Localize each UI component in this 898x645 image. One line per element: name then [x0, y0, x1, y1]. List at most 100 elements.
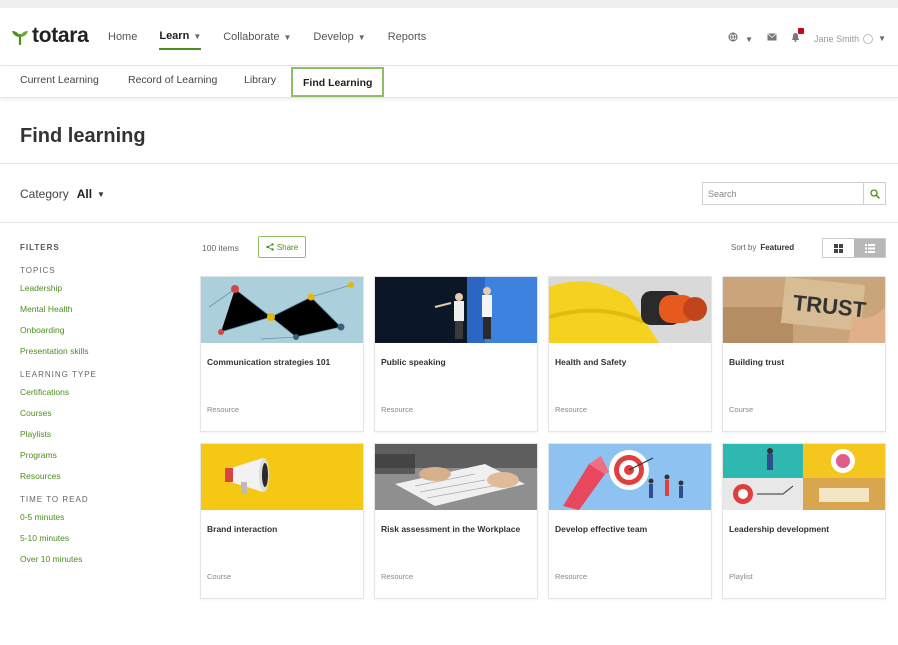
card-type: Resource [381, 405, 414, 414]
caret-down-icon: ▼ [97, 189, 105, 199]
category-selector[interactable]: Category All ▼ [20, 187, 105, 201]
card-title: Leadership development [729, 524, 830, 534]
notification-bell-icon[interactable] [791, 28, 805, 45]
page-title: Find learning [20, 125, 146, 147]
globe-icon[interactable]: ▼ [728, 32, 753, 45]
header-tools: ▼ Jane Smith ▼ [714, 28, 886, 45]
learning-card[interactable]: Health and Safety Resource [548, 276, 712, 432]
totara-logo[interactable]: totara [10, 24, 89, 48]
filter-mental-health[interactable]: Mental Health [20, 304, 190, 314]
filter-group-title: TIME TO READ [20, 495, 89, 504]
card-type: Course [729, 405, 754, 414]
card-type: Resource [207, 405, 240, 414]
learning-card[interactable]: Public speaking Resource [374, 276, 538, 432]
nav-learn-label: Learn [159, 30, 190, 42]
filter-courses[interactable]: Courses [20, 408, 190, 418]
filter-programs[interactable]: Programs [20, 450, 190, 460]
filter-group-title: TOPICS [20, 266, 56, 275]
items-count: 100 items [202, 243, 239, 253]
filter-playlists[interactable]: Playlists [20, 429, 190, 439]
share-label: Share [276, 242, 299, 252]
nav-reports-label: Reports [387, 31, 427, 43]
filter-certifications[interactable]: Certifications [20, 387, 190, 397]
card-title: Public speaking [381, 357, 446, 367]
avatar[interactable] [863, 33, 874, 44]
filter-group-time-to-read: TIME TO READ 0-5 minutes 5-10 minutes Ov… [20, 495, 190, 564]
card-type: Resource [381, 572, 414, 581]
tab-record-of-learning[interactable]: Record of Learning [128, 74, 217, 86]
card-image-leadership-collage [723, 444, 885, 510]
nav-collaborate[interactable]: Collaborate ▼ [223, 30, 291, 50]
learning-card[interactable]: Brand interaction Course [200, 443, 364, 599]
card-image-target-team [549, 444, 711, 510]
chevron-down-icon: ▼ [357, 32, 366, 42]
filter-onboarding[interactable]: Onboarding [20, 325, 190, 335]
tab-library[interactable]: Library [244, 74, 276, 86]
nav-develop-label: Develop [313, 31, 354, 43]
nav-develop[interactable]: Develop ▼ [313, 30, 365, 50]
learning-card[interactable]: TRUST Building trust Course [722, 276, 886, 432]
learning-subnav: Current Learning Record of Learning Libr… [0, 66, 898, 98]
card-image-hard-hat [549, 277, 711, 343]
filter-0-5-minutes[interactable]: 0-5 minutes [20, 512, 190, 522]
tab-current-learning[interactable]: Current Learning [20, 74, 99, 86]
card-title: Building trust [729, 357, 785, 367]
card-title: Develop effective team [555, 524, 648, 534]
search-button[interactable] [863, 183, 885, 204]
brand-name: totara [32, 24, 89, 47]
filter-group-title: LEARNING TYPE [20, 370, 97, 379]
card-title: Brand interaction [207, 524, 278, 534]
divider [0, 222, 898, 223]
filter-group-learning-type: LEARNING TYPE Certifications Courses Pla… [20, 370, 190, 481]
card-title: Communication strategies 101 [207, 357, 331, 367]
nav-reports[interactable]: Reports [388, 30, 427, 50]
chevron-down-icon: ▼ [745, 35, 754, 44]
chevron-down-icon: ▼ [193, 31, 202, 41]
divider [0, 163, 898, 164]
sort-value: Featured [760, 243, 795, 252]
card-title: Health and Safety [555, 357, 627, 367]
search-box [702, 182, 886, 205]
card-image-trust-blocks: TRUST [723, 277, 885, 343]
filter-presentation-skills[interactable]: Presentation skills [20, 346, 190, 356]
card-type: Playlist [729, 572, 753, 581]
nav-collaborate-label: Collaborate [223, 31, 280, 43]
message-icon[interactable] [767, 33, 777, 44]
card-type: Resource [555, 572, 588, 581]
learning-card[interactable]: Risk assessment in the Workplace Resourc… [374, 443, 538, 599]
category-label: Category [20, 187, 69, 201]
category-value: All [76, 187, 93, 201]
search-input[interactable] [703, 183, 863, 204]
user-name[interactable]: Jane Smith [814, 34, 859, 44]
share-button[interactable]: Share [258, 236, 306, 258]
filter-leadership[interactable]: Leadership [20, 283, 190, 293]
view-toggle [822, 238, 886, 258]
card-type: Course [207, 572, 232, 581]
chevron-down-icon: ▼ [283, 32, 292, 42]
card-image-network-pins [201, 277, 363, 343]
learning-card[interactable]: Develop effective team Resource [548, 443, 712, 599]
chevron-down-icon[interactable]: ▼ [878, 34, 886, 43]
filter-over-10-minutes[interactable]: Over 10 minutes [20, 554, 190, 564]
filter-5-10-minutes[interactable]: 5-10 minutes [20, 533, 190, 543]
sort-by[interactable]: Sort by Featured [731, 243, 794, 252]
nav-home-label: Home [108, 31, 138, 43]
share-icon [266, 243, 274, 251]
nav-home[interactable]: Home [108, 30, 137, 50]
filters-panel: FILTERS TOPICS Leadership Mental Health … [20, 243, 190, 578]
search-icon [869, 188, 880, 199]
card-image-megaphone [201, 444, 363, 510]
learning-card[interactable]: Communication strategies 101 Resource [200, 276, 364, 432]
grid-icon [834, 243, 843, 253]
grid-view-button[interactable] [823, 239, 854, 257]
nav-learn[interactable]: Learn ▼ [159, 30, 202, 50]
card-title: Risk assessment in the Workplace [381, 524, 521, 534]
notification-badge [798, 28, 805, 34]
top-strip [0, 0, 898, 8]
card-image-desk-hands [375, 444, 537, 510]
card-type: Resource [555, 405, 588, 414]
filter-resources[interactable]: Resources [20, 471, 190, 481]
learning-card[interactable]: Leadership development Playlist [722, 443, 886, 599]
list-view-button[interactable] [854, 239, 885, 257]
tab-find-learning[interactable]: Find Learning [291, 67, 385, 97]
